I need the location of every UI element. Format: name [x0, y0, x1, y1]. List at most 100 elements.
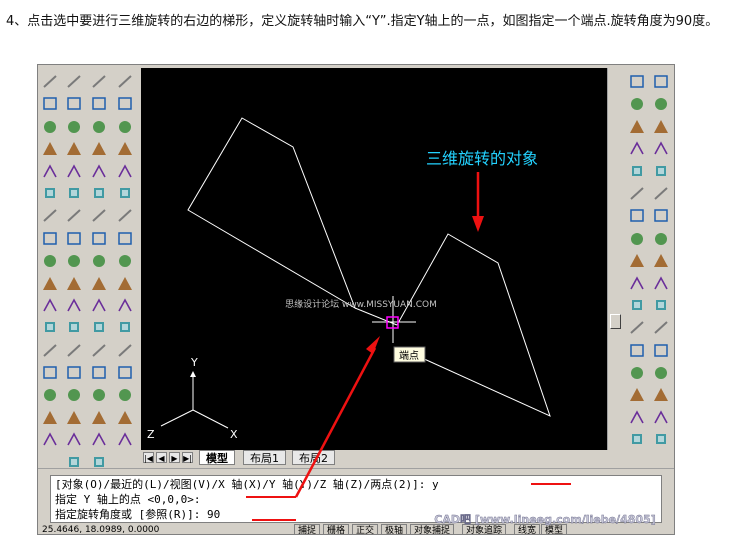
flatshot-button[interactable]	[89, 429, 110, 451]
sphere-button[interactable]	[64, 138, 85, 160]
copy-button[interactable]	[651, 93, 672, 115]
command-line-3[interactable]: 指定旋转角度或 [参照(R)]: 90	[55, 507, 220, 522]
ucs-object-button[interactable]	[40, 138, 61, 160]
torus-button[interactable]	[64, 205, 85, 227]
flat-button[interactable]	[115, 362, 136, 384]
cube-button[interactable]	[115, 71, 136, 93]
polyline-button[interactable]	[627, 116, 648, 138]
break-button[interactable]	[651, 340, 672, 362]
erase-button[interactable]	[651, 71, 672, 93]
render-button[interactable]	[64, 362, 85, 384]
imprint-button[interactable]	[89, 317, 110, 339]
circle-button[interactable]	[627, 205, 648, 227]
wireframe-button[interactable]	[115, 340, 136, 362]
scale-button[interactable]	[651, 228, 672, 250]
subtract-button[interactable]	[89, 93, 110, 115]
spline-button[interactable]	[627, 250, 648, 272]
extend-button[interactable]	[651, 295, 672, 317]
grid-toggle[interactable]: 栅格	[323, 524, 350, 534]
last-tab-button[interactable]: ▶|	[182, 452, 193, 463]
right-trapezoid[interactable]	[396, 233, 551, 417]
arc-button[interactable]	[627, 183, 648, 205]
model-toggle[interactable]: 模型	[541, 524, 568, 534]
shade-button[interactable]	[115, 295, 136, 317]
wedge-shade-button[interactable]	[115, 161, 136, 183]
point-button[interactable]	[627, 362, 648, 384]
ucs-z-button[interactable]	[40, 317, 61, 339]
ucs-origin-button[interactable]	[40, 205, 61, 227]
pyramid-button[interactable]	[64, 116, 85, 138]
extrude-button[interactable]	[64, 228, 85, 250]
ellipse-arc-button[interactable]	[627, 295, 648, 317]
rotate-face-button[interactable]	[89, 228, 110, 250]
delete-face-button[interactable]	[89, 205, 110, 227]
ucs-y-button[interactable]	[40, 295, 61, 317]
offset-face-button[interactable]	[89, 183, 110, 205]
copy-face-button[interactable]	[89, 273, 110, 295]
wedge-button[interactable]	[64, 93, 85, 115]
color-face-button[interactable]	[89, 295, 110, 317]
clean-button[interactable]	[89, 340, 110, 362]
camera-button[interactable]	[40, 362, 61, 384]
chamfer-button[interactable]	[651, 384, 672, 406]
trim-button[interactable]	[651, 273, 672, 295]
material-button[interactable]	[64, 384, 85, 406]
construction-line-button[interactable]	[627, 93, 648, 115]
torus-shade-button[interactable]	[115, 183, 136, 205]
intersect-button[interactable]	[89, 116, 110, 138]
check-button[interactable]	[89, 407, 110, 429]
polygon-button[interactable]	[627, 138, 648, 160]
tab-layout2[interactable]: 布局2	[292, 450, 335, 465]
array-button[interactable]	[651, 161, 672, 183]
ucs-x-button[interactable]	[40, 273, 61, 295]
fillet-button[interactable]	[651, 407, 672, 429]
tab-layout1[interactable]: 布局1	[243, 450, 286, 465]
lineweight-toggle[interactable]: 线宽	[514, 524, 541, 534]
zoom-button[interactable]	[115, 250, 136, 272]
join-button[interactable]	[651, 362, 672, 384]
snap-toggle[interactable]: 捕捉	[294, 524, 321, 534]
stretch-button[interactable]	[651, 250, 672, 272]
line-button[interactable]	[627, 71, 648, 93]
setup-button[interactable]	[64, 340, 85, 362]
hide-button[interactable]	[115, 273, 136, 295]
tab-model[interactable]: 模型	[199, 450, 235, 465]
text-button[interactable]	[627, 429, 648, 451]
top-view-button[interactable]	[40, 384, 61, 406]
rectangle-button[interactable]	[627, 161, 648, 183]
command-window[interactable]: [对象(O)/最近的(L)/视图(V)/X 轴(X)/Y 轴(Y)/Z 轴(Z)…	[50, 475, 662, 523]
mirror-button[interactable]	[651, 116, 672, 138]
ucs-zaxis-button[interactable]	[40, 228, 61, 250]
interfere-button[interactable]	[64, 317, 85, 339]
next-tab-button[interactable]: ▶	[169, 452, 180, 463]
revolve-button[interactable]	[64, 250, 85, 272]
otrack-toggle[interactable]: 对象追踪	[462, 524, 507, 534]
light-button[interactable]	[64, 407, 85, 429]
vertical-scrollbar[interactable]	[607, 68, 623, 450]
drawing-area[interactable]: 端点 三维旋转的对象 思缘设计论坛 www.MISSYUAN.COM Y X Z	[141, 68, 607, 450]
make-block-button[interactable]	[627, 340, 648, 362]
ucs-previous-button[interactable]	[40, 116, 61, 138]
union-button[interactable]	[89, 71, 110, 93]
sphere-shade-button[interactable]	[115, 93, 136, 115]
hatch-button[interactable]	[627, 384, 648, 406]
move-button[interactable]	[651, 183, 672, 205]
gouraud-button[interactable]	[115, 317, 136, 339]
cone-shade-button[interactable]	[115, 138, 136, 160]
slice-button[interactable]	[64, 273, 85, 295]
cylinder-button[interactable]	[64, 161, 85, 183]
xray-button[interactable]	[115, 384, 136, 406]
extrude-face-button[interactable]	[89, 138, 110, 160]
ortho-toggle[interactable]: 正交	[352, 524, 379, 534]
separate-button[interactable]	[89, 362, 110, 384]
ucs-3point-button[interactable]	[40, 250, 61, 272]
offset-button[interactable]	[651, 138, 672, 160]
ucs-face-button[interactable]	[40, 161, 61, 183]
pan-button[interactable]	[115, 228, 136, 250]
orbit-button[interactable]	[115, 205, 136, 227]
cylinder-shade-button[interactable]	[115, 116, 136, 138]
ucs-world-button[interactable]	[40, 93, 61, 115]
rotate-button[interactable]	[651, 205, 672, 227]
first-tab-button[interactable]: |◀	[143, 452, 154, 463]
section-button[interactable]	[64, 295, 85, 317]
